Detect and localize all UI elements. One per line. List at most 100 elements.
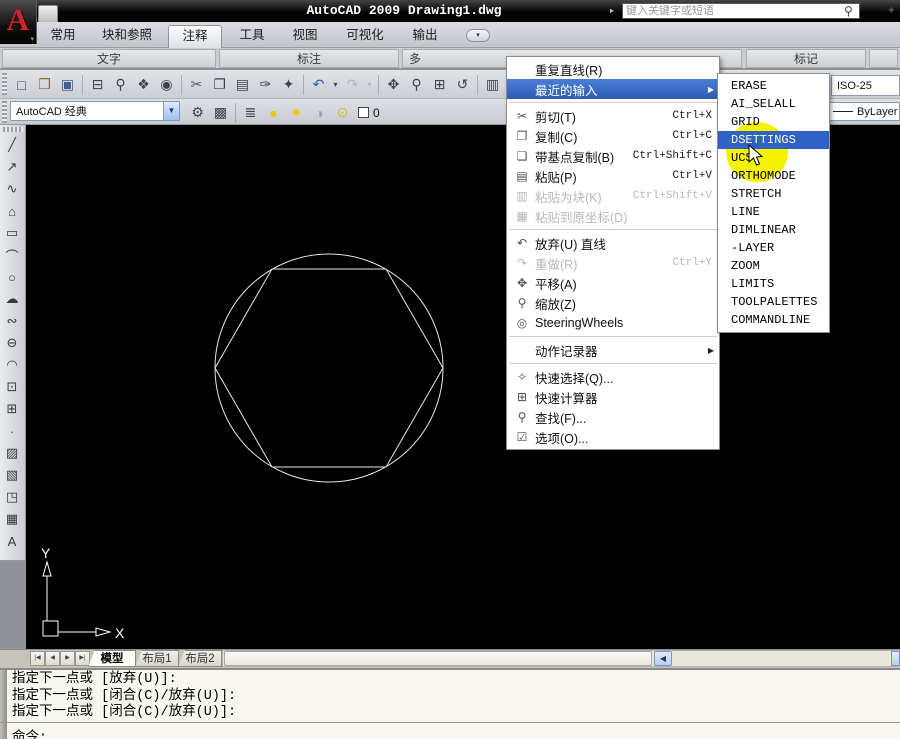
- draw-toolbar-grip[interactable]: [3, 127, 23, 132]
- submenu-item-grid[interactable]: GRID: [718, 113, 829, 131]
- region-icon[interactable]: ◳: [0, 486, 24, 508]
- tab-blocks-references[interactable]: 块和参照: [92, 22, 162, 48]
- submenu-item-toolpalettes[interactable]: TOOLPALETTES: [718, 293, 829, 311]
- workspace-settings-icon[interactable]: ⚙: [186, 102, 209, 124]
- hatch-icon[interactable]: ▨: [0, 442, 24, 464]
- panel-dimensions[interactable]: 标注: [219, 49, 399, 68]
- polygon-icon[interactable]: ⌂: [0, 200, 24, 222]
- menu-item-quick-select[interactable]: ✧ 快速选择(Q)...: [507, 367, 719, 387]
- layer-lock-icon[interactable]: ⊙: [331, 102, 354, 124]
- zoom-previous-icon[interactable]: ↺: [451, 74, 474, 96]
- layer-properties-icon[interactable]: ≣: [239, 102, 262, 124]
- revision-cloud-icon[interactable]: ☁: [0, 288, 24, 310]
- pan-icon[interactable]: ✥: [382, 74, 405, 96]
- menu-item-steeringwheels[interactable]: ◎ SteeringWheels: [507, 313, 719, 333]
- tab-annotate[interactable]: 注释: [168, 25, 222, 48]
- submenu-item-zoom[interactable]: ZOOM: [718, 257, 829, 275]
- quick-access-chip[interactable]: [38, 5, 58, 22]
- submenu-item-stretch[interactable]: STRETCH: [718, 185, 829, 203]
- open-icon[interactable]: ❒: [33, 74, 56, 96]
- search-input[interactable]: [623, 5, 844, 17]
- dim-style-combo[interactable]: ISO-25: [831, 75, 900, 96]
- help-search-box[interactable]: ⚲: [622, 3, 860, 19]
- 3d-dwf-icon[interactable]: ◉: [155, 74, 178, 96]
- command-prompt[interactable]: 命令:: [12, 725, 47, 739]
- table-icon[interactable]: ▦: [0, 508, 24, 530]
- menu-item-zoom[interactable]: ⚲ 缩放(Z): [507, 293, 719, 313]
- circle-entity[interactable]: [215, 254, 443, 482]
- submenu-item-layer[interactable]: -LAYER: [718, 239, 829, 257]
- menu-item-paste[interactable]: ▤ 粘贴(P) Ctrl+V: [507, 166, 719, 186]
- submenu-item-commandline[interactable]: COMMANDLINE: [718, 311, 829, 329]
- ribbon-minimize-button[interactable]: ▾: [466, 29, 490, 42]
- command-window[interactable]: 指定下一点或 [放弃(U)]:指定下一点或 [闭合(C)/放弃(U)]:指定下一…: [0, 668, 900, 739]
- properties-icon[interactable]: ▥: [481, 74, 504, 96]
- copy-icon[interactable]: ❐: [208, 74, 231, 96]
- workspace-combo[interactable]: AutoCAD 经典 ▼: [10, 101, 180, 121]
- submenu-item-dimlinear[interactable]: DIMLINEAR: [718, 221, 829, 239]
- combo-dropdown-icon[interactable]: ▼: [163, 102, 179, 120]
- arc-icon[interactable]: ⌒: [0, 244, 24, 266]
- workspace-save-icon[interactable]: ▩: [209, 102, 232, 124]
- search-icon[interactable]: ⚲: [844, 4, 859, 18]
- layer-vp-freeze-icon[interactable]: ◑: [308, 102, 331, 124]
- submenu-item-dsettings[interactable]: DSETTINGS: [718, 131, 829, 149]
- save-icon[interactable]: ▣: [56, 74, 79, 96]
- menu-item-options[interactable]: ☑ 选项(O)...: [507, 427, 719, 447]
- spline-icon[interactable]: ∾: [0, 310, 24, 332]
- tab-home[interactable]: 常用: [38, 22, 88, 48]
- submenu-item-orthomode[interactable]: ORTHOMODE: [718, 167, 829, 185]
- tab-nav-last[interactable]: ▶|: [75, 651, 90, 666]
- cut-icon[interactable]: ✂: [185, 74, 208, 96]
- mtext-icon[interactable]: A: [0, 530, 24, 552]
- toolbar-grip-2[interactable]: [2, 101, 7, 123]
- match-properties-icon[interactable]: ✑: [254, 74, 277, 96]
- point-icon[interactable]: ∙: [0, 420, 24, 442]
- submenu-item-line[interactable]: LINE: [718, 203, 829, 221]
- toolbar-grip[interactable]: [2, 73, 7, 95]
- submenu-item-erase[interactable]: ERASE: [718, 77, 829, 95]
- tab-layout2[interactable]: 布局2: [178, 650, 222, 667]
- publish-icon[interactable]: ❖: [132, 74, 155, 96]
- circle-icon[interactable]: ○: [0, 266, 24, 288]
- tab-output[interactable]: 输出: [401, 22, 449, 48]
- menu-item-undo[interactable]: ↶ 放弃(U) 直线: [507, 233, 719, 253]
- zoom-realtime-icon[interactable]: ⚲: [405, 74, 428, 96]
- menu-item-repeat-line[interactable]: 重复直线(R): [507, 59, 719, 79]
- command-window-grip[interactable]: [0, 670, 7, 739]
- menu-item-copy[interactable]: ❐ 复制(C) Ctrl+C: [507, 126, 719, 146]
- tab-model[interactable]: 模型: [88, 650, 136, 667]
- hscroll-right-button[interactable]: [891, 651, 900, 666]
- paste-icon[interactable]: ▤: [231, 74, 254, 96]
- block-editor-icon[interactable]: ✦: [277, 74, 300, 96]
- undo-icon[interactable]: ↶: [307, 74, 330, 96]
- hexagon-entity[interactable]: [215, 269, 443, 467]
- submenu-item-limits[interactable]: LIMITS: [718, 275, 829, 293]
- menu-item-action-recorder[interactable]: 动作记录器 ▶: [507, 340, 719, 360]
- linetype-combo[interactable]: ByLayer: [828, 102, 900, 121]
- menu-item-find[interactable]: ⚲ 查找(F)...: [507, 407, 719, 427]
- layer-on-off-icon[interactable]: ●: [262, 102, 285, 124]
- tab-view[interactable]: 视图: [281, 22, 329, 48]
- tab-layout1[interactable]: 布局1: [135, 650, 179, 667]
- submenu-item-ucs[interactable]: UCS: [718, 149, 829, 167]
- submenu-item-ai-selall[interactable]: AI_SELALL: [718, 95, 829, 113]
- hscroll-left-button[interactable]: ◀: [654, 651, 672, 666]
- polyline-icon[interactable]: ∿: [0, 178, 24, 200]
- zoom-window-icon[interactable]: ⊞: [428, 74, 451, 96]
- line-icon[interactable]: ╱: [0, 134, 24, 156]
- tab-nav-prev[interactable]: ◀: [45, 651, 60, 666]
- new-icon[interactable]: □: [10, 74, 33, 96]
- plot-icon[interactable]: ⊟: [86, 74, 109, 96]
- tab-nav-first[interactable]: |◀: [30, 651, 45, 666]
- ellipse-icon[interactable]: ⊖: [0, 332, 24, 354]
- insert-block-icon[interactable]: ⊡: [0, 376, 24, 398]
- panel-text[interactable]: 文字: [2, 49, 216, 68]
- menu-item-recent-input[interactable]: 最近的输入 ▶: [507, 79, 719, 99]
- menu-item-pan[interactable]: ✥ 平移(A): [507, 273, 719, 293]
- menu-item-cut[interactable]: ✂ 剪切(T) Ctrl+X: [507, 106, 719, 126]
- rectangle-icon[interactable]: ▭: [0, 222, 24, 244]
- menu-item-copy-with-base[interactable]: ❏ 带基点复制(B) Ctrl+Shift+C: [507, 146, 719, 166]
- make-block-icon[interactable]: ⊞: [0, 398, 24, 420]
- tab-visualize[interactable]: 可视化: [334, 22, 396, 48]
